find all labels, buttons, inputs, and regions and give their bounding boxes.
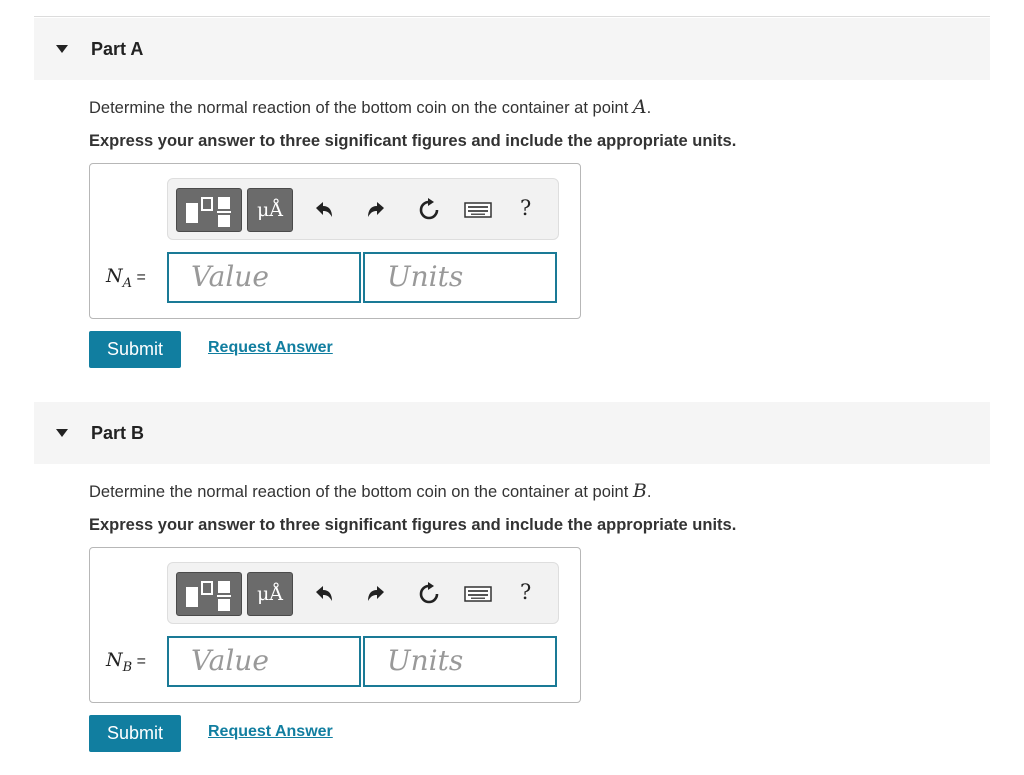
units-input[interactable]: Units: [363, 636, 557, 687]
undo-button[interactable]: [312, 581, 336, 607]
request-answer-link[interactable]: Request Answer: [208, 723, 333, 741]
collapse-caret-icon[interactable]: [56, 45, 68, 53]
keyboard-button[interactable]: [464, 581, 492, 607]
templates-button[interactable]: [176, 572, 242, 616]
part-a-question: Determine the normal reaction of the bot…: [89, 96, 652, 118]
keyboard-icon: [464, 586, 492, 602]
undo-icon: [316, 202, 332, 217]
units-symbol: μÅ: [256, 199, 284, 221]
math-toolbar: μÅ ?: [167, 562, 559, 624]
help-button[interactable]: ?: [520, 580, 531, 604]
part-a-answer-box: μÅ ? NA = Value Units: [89, 163, 581, 319]
answer-label: NA =: [106, 265, 146, 291]
part-b-instructions: Express your answer to three significant…: [89, 516, 737, 534]
part-a-header[interactable]: Part A: [34, 18, 990, 80]
value-input[interactable]: Value: [167, 252, 361, 303]
value-input[interactable]: Value: [167, 636, 361, 687]
units-input[interactable]: Units: [363, 252, 557, 303]
reset-button[interactable]: [417, 581, 441, 607]
reset-icon: [419, 198, 439, 220]
submit-button[interactable]: Submit: [89, 715, 181, 752]
units-button[interactable]: μÅ: [247, 572, 293, 616]
reset-icon: [419, 582, 439, 604]
templates-button[interactable]: [176, 188, 242, 232]
templates-icon: [186, 581, 231, 611]
undo-button[interactable]: [312, 197, 336, 223]
submit-button[interactable]: Submit: [89, 331, 181, 368]
units-button[interactable]: μÅ: [247, 188, 293, 232]
part-b-answer-box: μÅ ? NB = Value Units: [89, 547, 581, 703]
part-b-title: Part B: [91, 423, 145, 443]
redo-icon: [368, 202, 384, 217]
top-divider: [34, 16, 990, 17]
math-toolbar: μÅ ?: [167, 178, 559, 240]
point-variable: A: [632, 96, 647, 118]
templates-icon: [186, 197, 231, 227]
redo-icon: [368, 586, 384, 601]
part-b-header[interactable]: Part B: [34, 402, 990, 464]
part-b-question: Determine the normal reaction of the bot…: [89, 480, 652, 502]
redo-button[interactable]: [364, 581, 388, 607]
help-button[interactable]: ?: [520, 196, 531, 220]
collapse-caret-icon[interactable]: [56, 429, 68, 437]
point-variable: B: [632, 480, 647, 502]
request-answer-link[interactable]: Request Answer: [208, 339, 333, 357]
undo-icon: [316, 586, 332, 601]
keyboard-button[interactable]: [464, 197, 492, 223]
answer-label: NB =: [106, 649, 146, 675]
keyboard-icon: [464, 202, 492, 218]
part-a-instructions: Express your answer to three significant…: [89, 132, 737, 150]
redo-button[interactable]: [364, 197, 388, 223]
reset-button[interactable]: [417, 197, 441, 223]
part-a-title: Part A: [91, 39, 144, 59]
units-symbol: μÅ: [256, 583, 284, 605]
